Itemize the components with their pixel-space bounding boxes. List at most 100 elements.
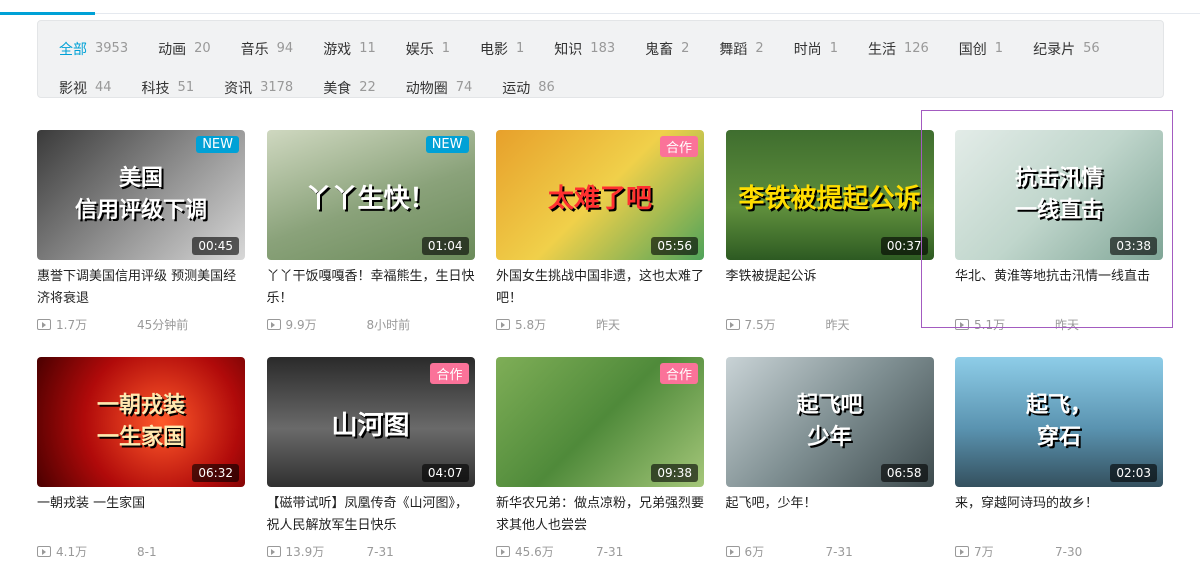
filter-name: 生活	[867, 41, 896, 58]
view-count: 45.6万	[496, 543, 596, 560]
filter-name: 运动	[502, 80, 531, 97]
filter-count: 2	[681, 41, 690, 56]
video-thumbnail[interactable]: 美国 信用评级下调 NEW 00:45	[37, 130, 245, 260]
video-thumbnail[interactable]: 抗击汛情 一线直击 03:38	[955, 130, 1163, 260]
filter-name: 舞蹈	[719, 41, 748, 58]
duration-label: 02:03	[1110, 464, 1157, 482]
video-meta: 7万 7-30	[955, 543, 1163, 560]
play-count-icon	[725, 546, 740, 557]
upload-time: 8小时前	[366, 318, 411, 332]
video-card[interactable]: 太难了吧 合作 05:56 外国女生挑战中国非遗，这也太难了吧！ 5.8万 昨天	[496, 130, 704, 333]
filter-item[interactable]: 动物圈 74	[406, 78, 473, 98]
filter-count: 20	[194, 41, 211, 56]
video-card[interactable]: 抗击汛情 一线直击 03:38 华北、黄淮等地抗击汛情一线直击 5.1万 昨天	[955, 130, 1163, 333]
play-count-icon	[496, 546, 510, 557]
filter-item[interactable]: 动画 20	[158, 39, 211, 59]
filter-item[interactable]: 科技 51	[142, 78, 195, 98]
view-count: 13.9万	[266, 543, 367, 560]
video-card[interactable]: 丫丫生快！ NEW 01:04 丫丫干饭嘎嘎香！幸福熊生，生日快乐！ 9.9万 8小时前	[266, 130, 475, 333]
view-count-text: 6万	[744, 545, 765, 559]
filter-item[interactable]: 全部 3953	[59, 39, 128, 59]
video-card[interactable]: 一朝戎装 一生家国 06:32 一朝戎装 一生家国 4.1万 8-1	[37, 357, 245, 560]
view-count-text: 13.9万	[285, 545, 325, 559]
filter-item[interactable]: 运动 86	[502, 78, 555, 98]
video-title[interactable]: 丫丫干饭嘎嘎香！幸福熊生，生日快乐！	[267, 266, 475, 310]
video-card[interactable]: 起飞吧 少年 06:58 起飞吧，少年！ 6万 7-31	[725, 357, 934, 560]
filter-count: 1	[441, 41, 451, 56]
video-thumbnail[interactable]: 起飞， 穿石 02:03	[955, 357, 1163, 487]
filter-row-2: 影视 44 科技 51 资讯 3178 美食 22 动物圈 74 运动 86	[59, 68, 1163, 107]
filter-item[interactable]: 纪录片 56	[1033, 39, 1100, 59]
upload-time: 7-30	[1055, 544, 1083, 559]
video-title[interactable]: 外国女生挑战中国非遗，这也太难了吧！	[496, 266, 704, 310]
filter-count: 86	[538, 80, 555, 95]
filter-item[interactable]: 游戏 11	[323, 39, 376, 59]
video-thumbnail[interactable]: 太难了吧 合作 05:56	[496, 130, 704, 260]
thumbnail-caption: 抗击汛情 一线直击	[1014, 165, 1103, 223]
view-count-text: 45.6万	[515, 545, 554, 559]
duration-label: 00:37	[880, 237, 928, 255]
play-count-icon	[266, 546, 281, 557]
filter-count: 3953	[95, 41, 129, 56]
video-thumbnail[interactable]: 丫丫生快！ NEW 01:04	[266, 130, 475, 260]
filter-item[interactable]: 电影 1	[480, 39, 524, 59]
view-count: 7.5万	[725, 316, 826, 333]
filter-count: 44	[95, 80, 112, 95]
filter-item[interactable]: 国创 1	[959, 39, 1003, 59]
video-card[interactable]: 美国 信用评级下调 NEW 00:45 惠誉下调美国信用评级 预测美国经济将衰退 1.7…	[37, 130, 245, 333]
filter-name: 影视	[59, 80, 87, 97]
video-meta: 45.6万 7-31	[496, 543, 704, 560]
filter-count: 1	[994, 41, 1004, 56]
filter-item[interactable]: 娱乐 1	[406, 39, 450, 59]
view-count: 9.9万	[266, 316, 367, 333]
filter-item[interactable]: 时尚 1	[794, 39, 838, 59]
video-card[interactable]: 山河图 合作 04:07 【磁带试听】凤凰传奇《山河图》，祝人民解放军生日快乐 13.9…	[266, 357, 475, 560]
video-title[interactable]: 来，穿越阿诗玛的故乡！	[955, 493, 1163, 537]
video-meta: 1.7万 45分钟前	[37, 316, 245, 333]
filter-item[interactable]: 美食 22	[323, 78, 376, 98]
view-count-text: 4.1万	[56, 545, 88, 559]
thumbnail-caption: 李铁被提起公诉	[738, 184, 921, 214]
category-filter-panel: 全部 3953 动画 20 音乐 94 游戏 11 娱乐 1 电影 1 知识 183 鬼畜 2 舞蹈 2 时尚 1 生活…	[37, 20, 1164, 98]
video-badge: 合作	[430, 363, 469, 384]
video-title[interactable]: 李铁被提起公诉	[726, 266, 934, 310]
video-title[interactable]: 一朝戎装 一生家国	[37, 493, 245, 537]
filter-name: 动物圈	[405, 80, 448, 97]
duration-label: 01:04	[421, 237, 469, 255]
video-card[interactable]: 起飞， 穿石 02:03 来，穿越阿诗玛的故乡！ 7万 7-30	[955, 357, 1163, 560]
video-thumbnail[interactable]: 合作 09:38	[496, 357, 704, 487]
play-count-icon	[266, 319, 281, 330]
filter-item[interactable]: 舞蹈 2	[719, 39, 763, 59]
filter-name: 时尚	[793, 41, 822, 58]
filter-item[interactable]: 生活 126	[868, 39, 929, 59]
filter-item[interactable]: 知识 183	[554, 39, 615, 59]
video-title[interactable]: 【磁带试听】凤凰传奇《山河图》，祝人民解放军生日快乐	[267, 493, 475, 537]
play-count-icon	[955, 319, 969, 330]
video-thumbnail[interactable]: 山河图 合作 04:07	[266, 357, 475, 487]
upload-time: 8-1	[137, 544, 157, 559]
filter-item[interactable]: 鬼畜 2	[645, 39, 689, 59]
video-badge: 合作	[659, 136, 698, 157]
video-title[interactable]: 华北、黄淮等地抗击汛情一线直击	[955, 266, 1163, 310]
view-count-text: 7.5万	[744, 318, 776, 332]
video-thumbnail[interactable]: 起飞吧 少年 06:58	[725, 357, 934, 487]
filter-name: 知识	[554, 41, 583, 58]
video-thumbnail[interactable]: 李铁被提起公诉 00:37	[725, 130, 934, 260]
video-card[interactable]: 合作 09:38 新华农兄弟：做点凉粉，兄弟强烈要求其他人也尝尝 45.6万 7-31	[496, 357, 704, 560]
video-title[interactable]: 新华农兄弟：做点凉粉，兄弟强烈要求其他人也尝尝	[496, 493, 704, 537]
filter-count: 74	[455, 80, 473, 95]
video-card[interactable]: 李铁被提起公诉 00:37 李铁被提起公诉 7.5万 昨天	[725, 130, 934, 333]
filter-name: 美食	[323, 80, 352, 97]
filter-name: 资讯	[224, 80, 253, 97]
filter-item[interactable]: 音乐 94	[241, 39, 294, 59]
duration-label: 06:32	[192, 464, 239, 482]
tab-underline	[0, 13, 1200, 14]
upload-time: 昨天	[825, 318, 850, 332]
video-title[interactable]: 起飞吧，少年！	[726, 493, 934, 537]
video-thumbnail[interactable]: 一朝戎装 一生家国 06:32	[37, 357, 245, 487]
video-title[interactable]: 惠誉下调美国信用评级 预测美国经济将衰退	[37, 266, 245, 310]
thumbnail-caption: 美国 信用评级下调	[74, 165, 207, 223]
thumbnail-caption: 起飞， 穿石	[1025, 392, 1092, 450]
filter-item[interactable]: 影视 44	[59, 78, 112, 98]
filter-item[interactable]: 资讯 3178	[224, 78, 293, 98]
